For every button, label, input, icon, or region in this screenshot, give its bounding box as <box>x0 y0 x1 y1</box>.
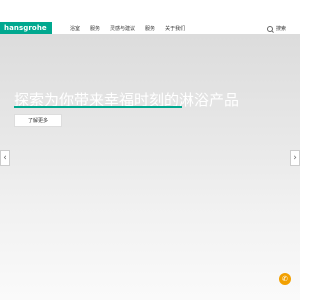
nav-item-bathroom[interactable]: 浴室 <box>70 25 80 32</box>
nav-item-service-2[interactable]: 服务 <box>145 25 155 32</box>
search-icon[interactable] <box>266 25 273 32</box>
hero-banner: 探索为你带来幸福时刻的淋浴产品 了解更多 <box>0 34 300 300</box>
logo-text: hansgrohe <box>4 24 47 32</box>
nav-item-service[interactable]: 服务 <box>90 25 100 32</box>
carousel-next-button[interactable]: › <box>290 150 300 166</box>
learn-more-button[interactable]: 了解更多 <box>14 114 62 127</box>
chevron-left-icon: ‹ <box>3 153 7 163</box>
chat-icon: ✆ <box>282 275 288 283</box>
top-navigation-bar: hansgrohe 浴室 服务 灵感与建议 服务 关于我们 搜索 <box>0 0 300 34</box>
nav-item-about[interactable]: 关于我们 <box>165 25 185 32</box>
carousel-prev-button[interactable]: ‹ <box>0 150 10 166</box>
hero-title-underline <box>14 106 182 108</box>
header-actions: 搜索 <box>266 25 286 32</box>
chat-button[interactable]: ✆ <box>279 273 291 285</box>
chevron-right-icon: › <box>293 153 297 163</box>
main-nav: 浴室 服务 灵感与建议 服务 关于我们 <box>70 25 185 32</box>
search-label[interactable]: 搜索 <box>276 25 286 32</box>
brand-logo[interactable]: hansgrohe <box>0 22 52 34</box>
nav-item-inspiration[interactable]: 灵感与建议 <box>110 25 135 32</box>
